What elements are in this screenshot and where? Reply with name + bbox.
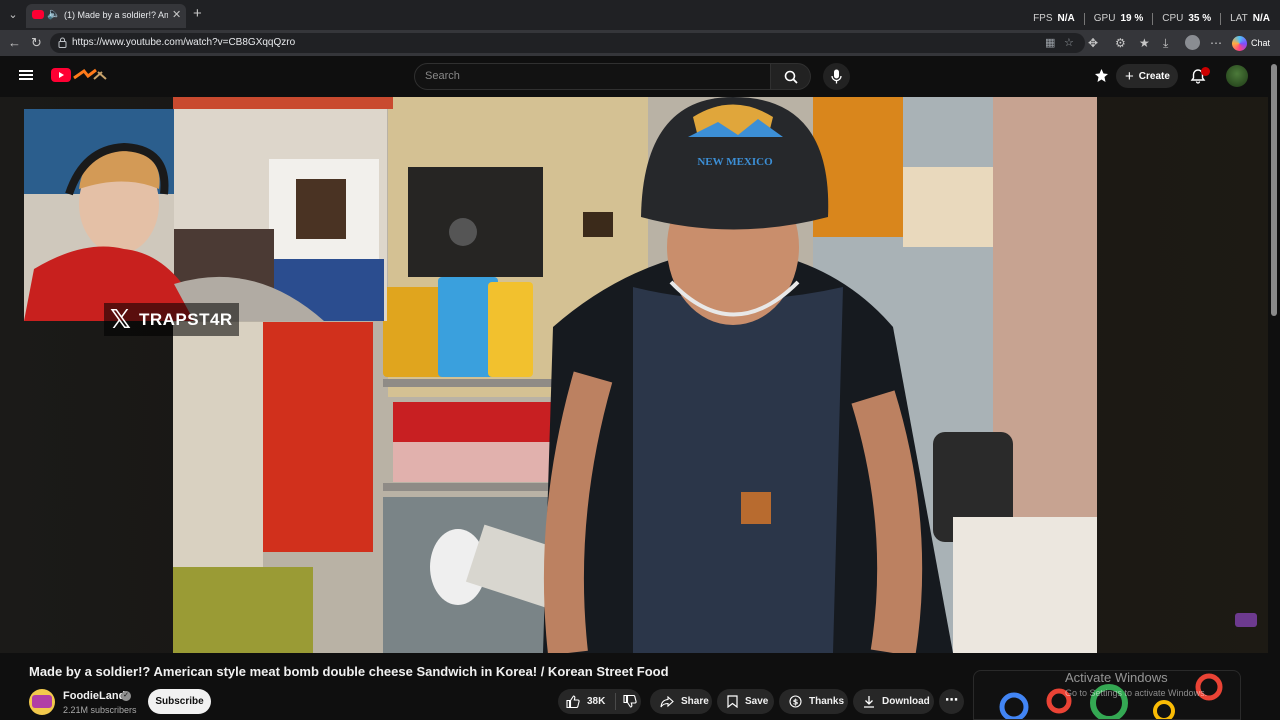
profile-avatar[interactable] — [1185, 35, 1200, 50]
streamer-webcam-overlay — [24, 109, 387, 321]
share-label: Share — [681, 696, 709, 707]
close-tab-icon[interactable]: ✕ — [172, 8, 181, 21]
share-arrow-icon — [660, 695, 674, 707]
svg-text:$: $ — [793, 698, 799, 707]
search-input[interactable] — [425, 70, 755, 82]
super-thanks-icon: $ — [789, 695, 802, 708]
subscriber-count: 2.21M subscribers — [63, 705, 137, 715]
video-player[interactable]: NEW MEXICO 𝕏 TRAPST4R — [0, 97, 1268, 653]
thanks-button[interactable]: $ Thanks — [779, 689, 848, 714]
reload-icon[interactable]: ↻ — [31, 35, 42, 51]
streamer-handle: TRAPST4R — [138, 309, 233, 329]
gpu-label: GPU — [1093, 13, 1116, 24]
settings-more-icon[interactable]: ⋯ — [1210, 36, 1222, 50]
download-arrow-icon — [864, 696, 874, 708]
extensions-icon[interactable]: ✥ — [1088, 36, 1098, 50]
share-button[interactable]: Share — [650, 689, 712, 714]
search-box[interactable] — [414, 63, 771, 90]
channel-name[interactable]: FoodieLand — [63, 690, 125, 702]
gpu-value: 19 % — [1120, 13, 1144, 24]
search-button[interactable] — [771, 63, 811, 90]
like-dislike-group: 38K — [558, 689, 641, 714]
more-actions-button[interactable]: ⋯ — [939, 689, 964, 714]
browser-toolbar: ← ↻ https://www.youtube.com/watch?v=CB8G… — [0, 30, 1280, 56]
cpu-label: CPU — [1162, 13, 1184, 24]
x-logo-icon: 𝕏 — [110, 304, 131, 335]
account-avatar[interactable] — [1226, 65, 1248, 87]
streamer-handle-tag: 𝕏 TRAPST4R — [104, 303, 239, 336]
save-label: Save — [745, 696, 769, 707]
tab-actions-chevron-icon[interactable]: ⌄ — [5, 7, 21, 23]
fps-label: FPS — [1033, 13, 1053, 24]
copilot-icon — [1232, 35, 1247, 51]
cpu-value: 35 % — [1188, 13, 1212, 24]
webcam-image — [24, 109, 387, 321]
create-button[interactable]: + Create — [1116, 64, 1178, 88]
bookmark-icon — [727, 695, 738, 708]
browser-tab[interactable]: 🔈 (1) Made by a soldier!? American ✕ — [26, 4, 186, 28]
search-icon — [784, 70, 798, 84]
speaker-icon[interactable]: 🔈 — [47, 7, 61, 20]
activate-windows-subtitle: Go to Settings to activate Windows. — [1065, 688, 1208, 698]
copilot-chat-button[interactable]: Chat — [1232, 34, 1270, 52]
lock-icon — [58, 37, 67, 48]
download-label: Download — [882, 696, 930, 707]
scrollbar-thumb[interactable] — [1271, 64, 1277, 316]
channel-logo-icon — [32, 695, 52, 708]
voice-search-button[interactable] — [823, 63, 850, 90]
app-available-icon[interactable]: ▦ — [1045, 36, 1055, 49]
plus-icon: + — [1125, 67, 1134, 85]
tab-title: (1) Made by a soldier!? American — [64, 10, 168, 20]
downloads-icon[interactable]: ⤓ — [1163, 36, 1168, 51]
lat-value: N/A — [1252, 13, 1270, 24]
like-count[interactable]: 38K — [587, 696, 605, 707]
hamburger-menu-icon[interactable] — [19, 70, 33, 80]
channel-avatar[interactable] — [29, 689, 55, 715]
save-button[interactable]: Save — [717, 689, 774, 714]
video-title: Made by a soldier!? American style meat … — [29, 664, 669, 679]
extension-hub-icon[interactable] — [1094, 68, 1109, 83]
lat-label: LAT — [1230, 13, 1248, 24]
notification-count-badge — [1201, 67, 1210, 76]
verified-check-icon: ✓ — [121, 691, 131, 701]
address-bar[interactable]: https://www.youtube.com/watch?v=CB8GXqqQ… — [50, 33, 1085, 53]
logo-doodle-icon[interactable] — [72, 68, 110, 82]
thumbs-down-icon[interactable] — [623, 695, 637, 708]
download-button[interactable]: Download — [853, 689, 934, 714]
youtube-header: + Create — [0, 56, 1268, 96]
stats-divider — [1083, 13, 1085, 25]
svg-text:NEW MEXICO: NEW MEXICO — [697, 156, 773, 168]
microphone-icon — [831, 69, 842, 84]
channel-watermark-icon[interactable] — [1235, 613, 1257, 627]
create-label: Create — [1138, 70, 1170, 82]
thumbs-up-icon[interactable] — [566, 695, 580, 708]
activate-windows-title: Activate Windows — [1065, 670, 1168, 685]
subscribe-button[interactable]: Subscribe — [148, 689, 211, 714]
chat-label: Chat — [1251, 38, 1271, 48]
stats-divider — [1152, 13, 1154, 25]
url-text[interactable]: https://www.youtube.com/watch?v=CB8GXqqQ… — [72, 37, 295, 48]
new-tab-plus-icon[interactable]: + — [193, 5, 202, 22]
extension-puzzle-icon[interactable]: ⚙ — [1115, 36, 1126, 50]
stats-divider — [1220, 13, 1222, 25]
youtube-favicon-icon — [32, 10, 44, 19]
performance-overlay: FPS N/A GPU 19 % CPU 35 % LAT N/A — [1033, 13, 1270, 25]
thanks-label: Thanks — [809, 696, 845, 707]
like-divider — [615, 693, 617, 710]
youtube-logo-icon[interactable] — [51, 68, 71, 82]
fps-value: N/A — [1057, 13, 1075, 24]
page-scrollbar[interactable] — [1268, 56, 1280, 720]
browser-tab-bar: ⌄ 🔈 (1) Made by a soldier!? American ✕ +… — [0, 0, 1280, 30]
favorite-star-icon[interactable]: ☆ — [1064, 36, 1074, 49]
favorites-icon[interactable]: ★ — [1139, 36, 1150, 50]
back-arrow-icon[interactable]: ← — [8, 35, 21, 50]
